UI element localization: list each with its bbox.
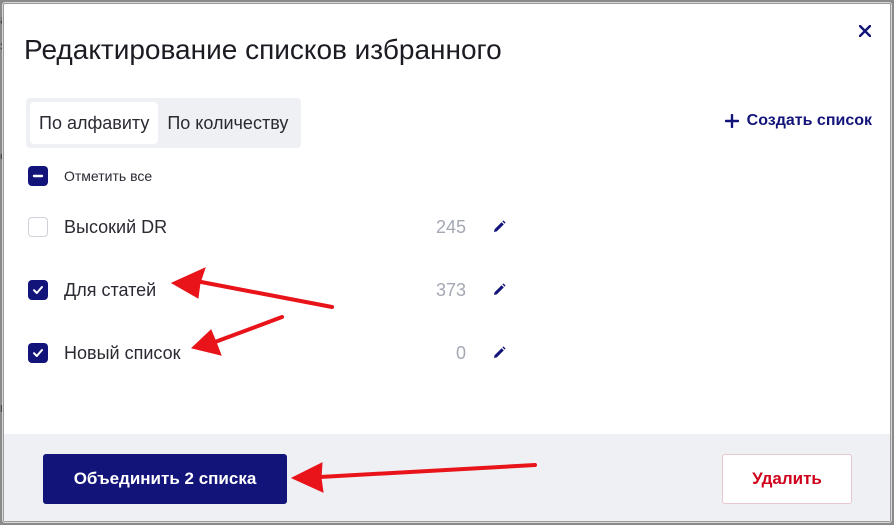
pencil-icon <box>494 283 506 295</box>
delete-button[interactable]: Удалить <box>722 454 852 504</box>
sort-tab-alphabet[interactable]: По алфавиту <box>30 102 159 144</box>
edit-favorites-modal: Редактирование списков избранного По алф… <box>3 3 891 522</box>
create-list-button[interactable]: Создать список <box>724 112 872 130</box>
plus-icon <box>724 114 739 128</box>
close-button[interactable] <box>856 22 874 40</box>
check-icon <box>33 286 43 294</box>
edit-list-button[interactable] <box>490 281 508 299</box>
list-checkbox[interactable] <box>28 343 48 363</box>
list-item: Высокий DR 245 <box>28 212 508 242</box>
check-all-checkbox[interactable] <box>28 166 48 186</box>
pencil-icon <box>494 220 506 232</box>
list-count: 245 <box>435 216 466 237</box>
list-name: Новый список <box>64 342 181 363</box>
sort-toggle: По алфавиту По количеству <box>26 98 302 148</box>
edit-list-button[interactable] <box>490 218 508 236</box>
list-count: 0 <box>455 342 466 363</box>
list-item: Новый список 0 <box>28 338 508 368</box>
list-item: Для статей 373 <box>28 275 508 305</box>
list-name: Высокий DR <box>64 216 168 237</box>
list-checkbox[interactable] <box>28 280 48 300</box>
modal-footer: Объединить 2 списка Удалить <box>4 434 890 521</box>
check-icon <box>33 349 43 357</box>
list-count: 373 <box>435 279 466 300</box>
list-checkbox[interactable] <box>28 217 48 237</box>
edit-list-button[interactable] <box>490 344 508 362</box>
close-icon <box>859 25 871 37</box>
pencil-icon <box>494 346 506 358</box>
create-list-label: Создать список <box>746 112 872 129</box>
modal-title: Редактирование списков избранного <box>24 34 502 65</box>
check-all-label: Отметить все <box>64 168 153 184</box>
sort-tab-count[interactable]: По количеству <box>158 102 297 144</box>
minus-icon <box>32 174 44 178</box>
check-all: Отметить все <box>28 166 152 186</box>
list-name: Для статей <box>64 279 157 300</box>
merge-lists-button[interactable]: Объединить 2 списка <box>43 454 287 504</box>
